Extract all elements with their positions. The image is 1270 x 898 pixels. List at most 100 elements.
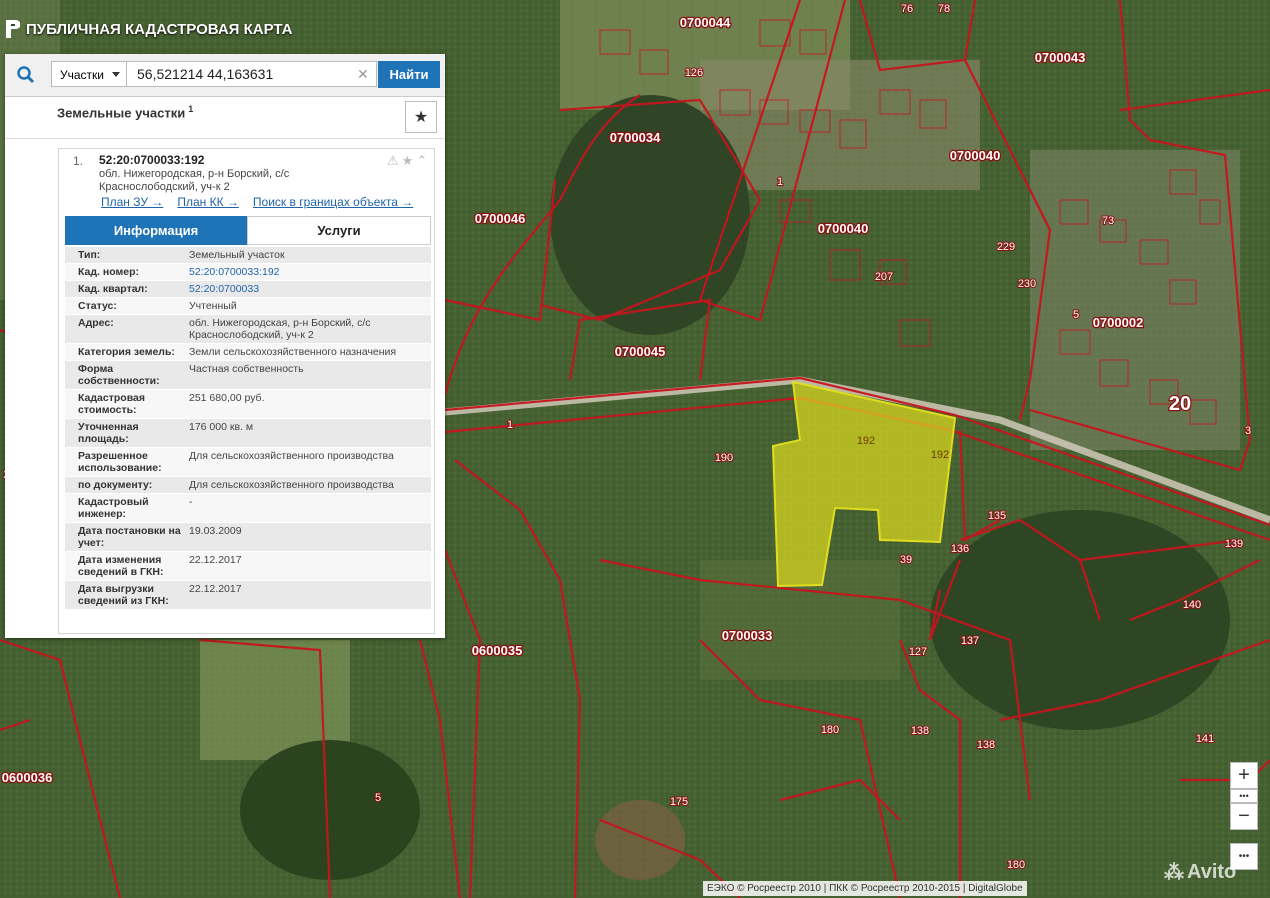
detail-key: Разрешенное использование: <box>78 450 162 474</box>
result-tabs: Информация Услуги <box>65 216 431 245</box>
result-index: 1. <box>73 154 84 168</box>
zoom-out-button[interactable]: − <box>1230 803 1258 830</box>
map-label: 207 <box>875 271 893 283</box>
detail-key: Кадастровый инженер: <box>78 496 149 520</box>
search-input[interactable] <box>127 61 377 87</box>
result-address: обл. Нижегородская, р-н Борский, с/с Кра… <box>99 168 290 193</box>
map-label: 140 <box>1183 599 1201 611</box>
detail-row: Кадастровый инженер: - <box>65 494 431 523</box>
map-label: 180 <box>1007 859 1025 871</box>
chevron-down-icon <box>112 72 120 77</box>
detail-key: Кадастровая стоимость: <box>78 392 145 416</box>
detail-value: 251 680,00 руб. <box>189 392 265 404</box>
divider <box>5 138 445 139</box>
detail-value: Для сельскохозяйственного производства <box>189 479 394 491</box>
map-label: 20 <box>1169 393 1191 415</box>
map-label: 138 <box>911 725 929 737</box>
detail-row: Кад. квартал: 52:20:0700033 <box>65 281 431 298</box>
detail-value: Для сельскохозяйственного производства <box>189 450 394 462</box>
detail-value[interactable]: 52:20:0700033 <box>185 281 431 297</box>
results-title-text: Земельные участки <box>57 105 186 121</box>
map-label: 76 <box>901 3 913 15</box>
detail-key: Адрес: <box>78 317 114 329</box>
map-label: 0700002 <box>1093 315 1144 330</box>
map-label: 0700045 <box>615 344 666 359</box>
map-label: 175 <box>670 796 688 808</box>
detail-row: Кадастровая стоимость: 251 680,00 руб. <box>65 390 431 419</box>
map-label: 73 <box>1102 215 1114 227</box>
result-links: План ЗУ → План КК → Поиск в границах объ… <box>101 195 413 209</box>
warning-icon[interactable]: ⚠ <box>387 153 399 169</box>
favorite-button[interactable]: ★ <box>405 101 437 133</box>
detail-row: Дата постановки на учет: 19.03.2009 <box>65 523 431 552</box>
app-header: ПУБЛИЧНАЯ КАДАСТРОВАЯ КАРТА <box>6 20 292 38</box>
map-label: 39 <box>900 554 912 566</box>
plan-kk-link[interactable]: План КК → <box>177 195 239 209</box>
star-icon[interactable]: ★ <box>402 153 414 169</box>
map-label: 136 <box>951 543 969 555</box>
results-title: Земельные участки 1 <box>57 104 193 120</box>
detail-key: Дата постановки на учет: <box>78 525 181 549</box>
search-bar: Участки ✕ Найти <box>5 54 445 97</box>
detail-value: Учтенный <box>189 300 237 312</box>
map-label: 138 <box>977 739 995 751</box>
chevron-up-icon[interactable]: ⌃ <box>416 153 427 169</box>
zoom-in-button[interactable]: + <box>1230 762 1258 789</box>
cadastral-logo-icon <box>6 20 20 38</box>
zoom-slider-handle[interactable]: ••• <box>1230 789 1258 803</box>
detail-row: Дата выгрузки сведений из ГКН: 22.12.2017 <box>65 581 431 610</box>
result-cad-number[interactable]: 52:20:0700033:192 <box>99 153 204 167</box>
detail-value: Частная собственность <box>189 363 304 375</box>
detail-key: Категория земель: <box>78 346 175 358</box>
detail-value: обл. Нижегородская, р-н Борский, с/с Кра… <box>189 317 371 341</box>
app-title: ПУБЛИЧНАЯ КАДАСТРОВАЯ КАРТА <box>26 20 293 38</box>
star-icon: ★ <box>413 109 429 126</box>
map-label: 135 <box>988 510 1006 522</box>
detail-key: по документу: <box>78 479 153 491</box>
map-label: 0700033 <box>722 628 773 643</box>
clear-icon[interactable]: ✕ <box>357 66 369 83</box>
tab-info[interactable]: Информация <box>65 216 247 245</box>
map-label: 190 <box>715 452 733 464</box>
map-label: 1 <box>507 419 513 431</box>
map-label: 0700040 <box>818 221 869 236</box>
map-label: 5 <box>375 792 381 804</box>
search-in-bounds-link[interactable]: Поиск в границах объекта → <box>253 195 413 209</box>
map-label: 0600036 <box>2 770 53 785</box>
map-label: 230 <box>1018 278 1036 290</box>
map-label: 192 <box>931 449 949 461</box>
detail-key: Дата изменения сведений в ГКН: <box>78 554 164 578</box>
detail-row: Категория земель: Земли сельскохозяйствен… <box>65 344 431 361</box>
detail-row: Адрес: обл. Нижегородская, р-н Борский, с… <box>65 315 431 344</box>
detail-row: Разрешенное использование: Для сельскохоз… <box>65 448 431 477</box>
detail-row: Статус: Учтенный <box>65 298 431 315</box>
detail-row: Уточненная площадь: 176 000 кв. м <box>65 419 431 448</box>
map-label: 0700046 <box>475 211 526 226</box>
detail-key: Уточненная площадь: <box>78 421 139 445</box>
results-count: 1 <box>188 104 194 114</box>
search-icon[interactable] <box>13 62 39 88</box>
map-label: 229 <box>997 241 1015 253</box>
tab-services[interactable]: Услуги <box>247 216 431 245</box>
object-type-select[interactable]: Участки <box>51 61 127 87</box>
map-label: 139 <box>1225 538 1243 550</box>
result-card: 1. 52:20:0700033:192 обл. Нижегородская,… <box>58 148 435 634</box>
map-label: 3 <box>1245 425 1251 437</box>
plan-zu-link[interactable]: План ЗУ → <box>101 195 163 209</box>
avito-watermark: ⁂ Avito <box>1164 860 1236 885</box>
map-label: 1 <box>777 176 783 188</box>
detail-row: Дата изменения сведений в ГКН: 22.12.2017 <box>65 552 431 581</box>
detail-value[interactable]: 52:20:0700033:192 <box>185 264 431 280</box>
map-label: 192 <box>857 435 875 447</box>
map-label: 127 <box>909 646 927 658</box>
map-label: 0600035 <box>472 643 523 658</box>
map-label: 0700043 <box>1035 50 1086 65</box>
detail-value: - <box>189 496 193 508</box>
find-button[interactable]: Найти <box>378 61 440 88</box>
object-type-label: Участки <box>60 68 104 82</box>
map-label: 5 <box>1073 309 1079 321</box>
detail-key: Форма собственности: <box>78 363 160 387</box>
detail-key: Тип: <box>78 249 101 261</box>
detail-value: Земельный участок <box>189 249 285 261</box>
detail-row: Кад. номер: 52:20:0700033:192 <box>65 264 431 281</box>
